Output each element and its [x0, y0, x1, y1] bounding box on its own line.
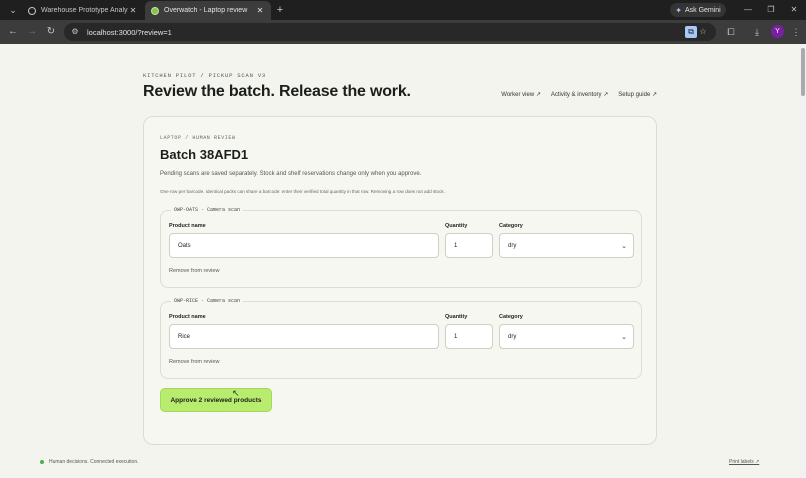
activity-inventory-link[interactable]: Activity & inventory ↗ — [551, 91, 608, 98]
tab-overwatch-review[interactable]: Overwatch - Laptop review ✕ — [145, 1, 271, 20]
tab-strip: ⌄ Warehouse Prototype Analysis ✕ Overwat… — [0, 0, 806, 20]
quantity-input[interactable]: 1 — [445, 324, 493, 349]
batch-note: One row per barcode. Identical packs can… — [160, 189, 445, 194]
chevron-down-icon[interactable]: ⌄ — [7, 4, 19, 16]
site-favicon-icon — [151, 6, 159, 15]
page-content: KITCHEN PILOT / PICKUP SCAN V3 Review th… — [0, 44, 800, 478]
tab-warehouse-analysis[interactable]: Warehouse Prototype Analysis ✕ — [22, 1, 144, 20]
ask-gemini-label: Ask Gemini — [684, 6, 721, 14]
reload-icon[interactable]: ↻ — [44, 25, 58, 39]
remove-from-review-button[interactable]: Remove from review — [169, 359, 219, 365]
chevron-down-icon: ⌄ — [621, 242, 627, 250]
category-label: Category — [499, 314, 523, 320]
back-arrow-icon[interactable]: ← — [6, 25, 20, 39]
close-window-icon[interactable]: ✕ — [787, 3, 801, 17]
ask-gemini-button[interactable]: ✦ Ask Gemini — [670, 3, 726, 17]
card-eyebrow: LAPTOP / HUMAN REVIEW — [160, 135, 236, 141]
remove-from-review-button[interactable]: Remove from review — [169, 268, 219, 274]
mouse-cursor-icon: ↖ — [232, 388, 240, 398]
product-name-input[interactable]: Rice — [169, 324, 439, 349]
download-icon[interactable]: ⤓ — [750, 25, 764, 39]
tab-title: Overwatch - Laptop review — [164, 7, 248, 14]
globe-icon — [28, 6, 36, 15]
product-row: OWP-OATS · Camera scan Product name Quan… — [160, 207, 642, 288]
url-text[interactable]: localhost:3000/?review=1 — [87, 28, 172, 37]
sparkle-icon: ✦ — [675, 5, 682, 15]
review-card: LAPTOP / HUMAN REVIEW Batch 38AFD1 Pendi… — [143, 116, 657, 445]
product-row: OWP-RICE · Camera scan Product name Quan… — [160, 298, 642, 379]
footer-status: Human decisions. Connected execution. — [40, 459, 139, 465]
page-title: Review the batch. Release the work. — [143, 83, 411, 100]
address-bar[interactable]: ⚙ localhost:3000/?review=1 ⧉ ☆ — [64, 23, 716, 41]
kebab-menu-icon[interactable]: ⋮ — [789, 25, 803, 39]
scrollbar-thumb[interactable] — [801, 48, 805, 96]
category-value: dry — [508, 333, 517, 340]
plus-icon[interactable]: + — [274, 3, 286, 17]
top-nav: Worker view ↗ Activity & inventory ↗ Set… — [501, 91, 657, 98]
quantity-label: Quantity — [445, 314, 468, 320]
page-eyebrow: KITCHEN PILOT / PICKUP SCAN V3 — [143, 72, 267, 79]
footer-status-text: Human decisions. Connected execution. — [49, 459, 139, 465]
category-select[interactable]: dry ⌄ — [499, 233, 634, 258]
page-scrollbar[interactable] — [800, 44, 806, 478]
category-select[interactable]: dry ⌄ — [499, 324, 634, 349]
browser-toolbar: ← → ↻ ⚙ localhost:3000/?review=1 ⧉ ☆ ⧠ ⤓… — [0, 20, 806, 44]
puzzle-icon[interactable]: ⧠ — [724, 25, 738, 39]
category-label: Category — [499, 223, 523, 229]
tab-title: Warehouse Prototype Analysis — [41, 7, 128, 14]
close-icon[interactable]: ✕ — [128, 6, 138, 15]
close-icon[interactable]: ✕ — [255, 6, 265, 15]
batch-description: Pending scans are saved separately. Stoc… — [160, 171, 422, 177]
avatar[interactable]: Y — [771, 25, 784, 38]
site-info-icon[interactable]: ⚙ — [69, 26, 81, 38]
worker-view-link[interactable]: Worker view ↗ — [501, 91, 541, 98]
product-name-label: Product name — [169, 223, 206, 229]
quantity-label: Quantity — [445, 223, 468, 229]
minimize-icon[interactable]: — — [741, 3, 755, 17]
approve-button[interactable]: Approve 2 reviewed products — [160, 388, 272, 412]
status-dot-icon — [40, 460, 44, 464]
quantity-input[interactable]: 1 — [445, 233, 493, 258]
print-labels-link[interactable]: Print labels ↗ — [729, 459, 759, 465]
chevron-down-icon: ⌄ — [621, 333, 627, 341]
product-legend: OWP-RICE · Camera scan — [171, 298, 244, 304]
star-icon[interactable]: ☆ — [697, 26, 709, 38]
product-name-input[interactable]: Oats — [169, 233, 439, 258]
product-name-label: Product name — [169, 314, 206, 320]
forward-arrow-icon[interactable]: → — [25, 25, 39, 39]
batch-title: Batch 38AFD1 — [160, 147, 249, 162]
setup-guide-link[interactable]: Setup guide ↗ — [618, 91, 657, 98]
category-value: dry — [508, 242, 517, 249]
install-app-icon[interactable]: ⧉ — [685, 26, 697, 38]
product-legend: OWP-OATS · Camera scan — [171, 207, 244, 213]
restore-icon[interactable]: ❐ — [764, 3, 778, 17]
